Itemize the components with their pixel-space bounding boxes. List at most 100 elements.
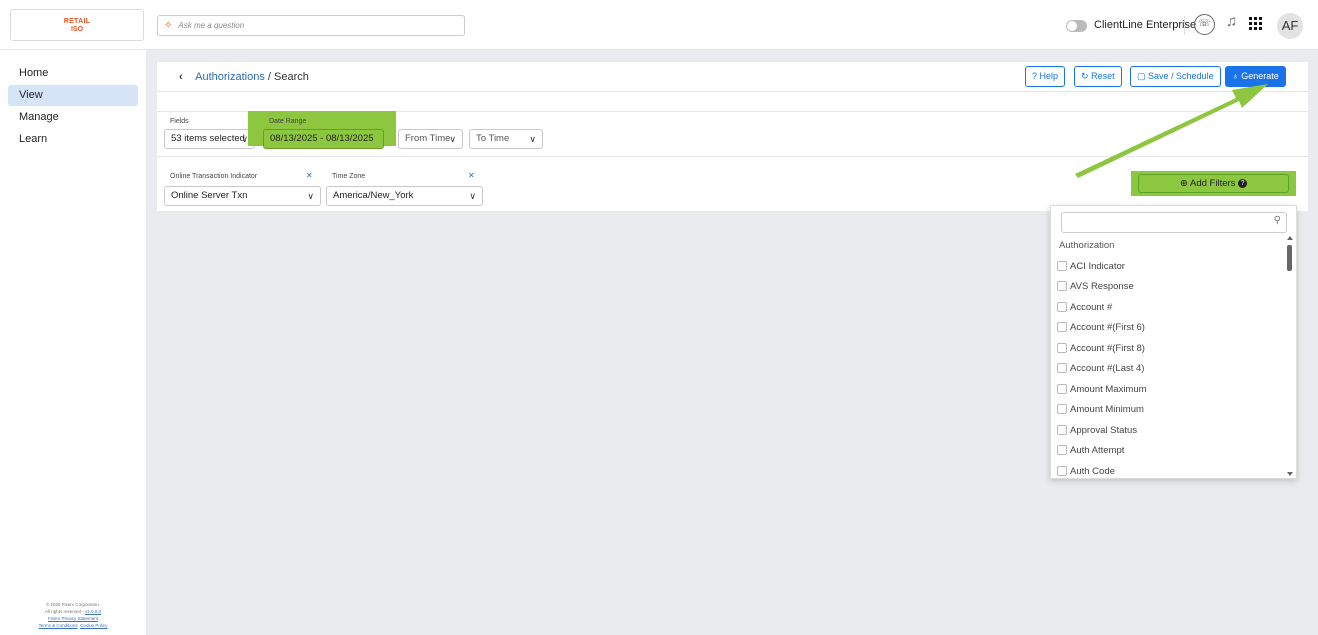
search-card: ‹ Authorizations / Search ? Help ↻ Reset… — [157, 62, 1308, 211]
logo-line-1: RETAIL — [63, 18, 91, 25]
sidebar-item-view[interactable]: View — [8, 85, 138, 106]
dropdown-item-label: Amount Minimum — [1070, 403, 1144, 415]
add-filters-label: Add Filters — [1190, 178, 1236, 189]
oti-value: Online Server Txn — [171, 190, 248, 201]
fields-select[interactable]: 53 items selected ∨ — [164, 129, 255, 149]
scroll-thumb[interactable] — [1287, 245, 1292, 271]
checkbox[interactable] — [1057, 384, 1067, 394]
generate-label: Generate — [1241, 71, 1279, 81]
dropdown-item[interactable]: Approval Status — [1057, 420, 1137, 440]
dropdown-item-label: AVS Response — [1070, 280, 1134, 292]
reset-button[interactable]: ↻ Reset — [1074, 66, 1122, 87]
generate-button[interactable]: ♁ Generate — [1225, 66, 1286, 87]
oti-label: Online Transaction Indicator — [170, 173, 258, 180]
from-time-value: From Time — [405, 133, 451, 144]
back-chevron-icon[interactable]: ‹ — [179, 71, 183, 83]
from-time-select[interactable]: From Time ∨ — [398, 129, 463, 149]
sidebar-footer: © 2025 Fiserv Corporation. All rights re… — [0, 601, 146, 629]
checkbox[interactable] — [1057, 322, 1067, 332]
dropdown-item[interactable]: Account #(First 8) — [1057, 338, 1145, 358]
phone-icon[interactable]: ☏ — [1194, 14, 1215, 35]
footer-version-link[interactable]: v1.0.0.0 — [85, 609, 101, 614]
dropdown-item[interactable]: Account # — [1057, 297, 1112, 317]
to-time-select[interactable]: To Time ∨ — [469, 129, 543, 149]
filter-search-input[interactable]: ⚲ — [1061, 212, 1287, 233]
add-filters-highlight: ⊕ Add Filters ? — [1131, 171, 1296, 196]
sidebar-item-learn[interactable]: Learn — [8, 129, 138, 150]
dropdown-item-label: Auth Code — [1070, 465, 1115, 477]
timezone-value: America/New_York — [333, 190, 414, 201]
checkbox[interactable] — [1057, 404, 1067, 414]
ask-placeholder: Ask me a question — [178, 21, 245, 30]
calendar-icon: ▢ — [1137, 71, 1146, 81]
checkbox[interactable] — [1057, 425, 1067, 435]
dropdown-scrollbar[interactable] — [1286, 236, 1294, 476]
dropdown-item[interactable]: AVS Response — [1057, 276, 1134, 296]
avatar[interactable]: AF — [1277, 13, 1303, 39]
dropdown-item[interactable]: Amount Maximum — [1057, 379, 1147, 399]
chevron-down-icon: ∨ — [529, 134, 536, 144]
dropdown-item[interactable]: ACI Indicator — [1057, 256, 1125, 276]
help-button[interactable]: ? Help — [1025, 66, 1066, 87]
divider — [157, 91, 1308, 92]
sidebar-item-home[interactable]: Home — [8, 63, 138, 84]
breadcrumb-authorizations-link[interactable]: Authorizations — [195, 71, 265, 83]
oti-select[interactable]: Online Server Txn ∨ — [164, 186, 321, 206]
plus-circle-icon: ⊕ — [1179, 178, 1188, 189]
sidebar-item-manage[interactable]: Manage — [8, 107, 138, 128]
help-label: Help — [1039, 71, 1059, 81]
date-range-label: Date Range — [269, 118, 307, 125]
chevron-down-icon: ∨ — [241, 134, 248, 144]
date-range-input[interactable]: 08/13/2025 - 08/13/2025 — [263, 129, 384, 149]
dropdown-item[interactable]: Auth Code — [1057, 461, 1115, 481]
dropdown-group-header: Authorization — [1059, 240, 1115, 251]
question-badge-icon: ? — [1238, 178, 1248, 188]
divider — [157, 156, 1308, 157]
clear-oti-icon[interactable]: ✕ — [306, 171, 313, 180]
to-time-value: To Time — [476, 133, 510, 144]
footer-privacy-link[interactable]: Fiserv Privacy Statement — [0, 615, 146, 622]
dropdown-item[interactable]: Account #(Last 4) — [1057, 358, 1144, 378]
enterprise-label: ClientLine Enterprise — [1094, 19, 1197, 31]
fields-label: Fields — [170, 118, 189, 125]
fields-value: 53 items selected — [171, 133, 245, 144]
sidebar: Home View Manage Learn © 2025 Fiserv Cor… — [0, 50, 146, 635]
clear-timezone-icon[interactable]: ✕ — [468, 171, 475, 180]
apps-grid-icon[interactable] — [1249, 17, 1262, 30]
scroll-up-arrow-icon[interactable] — [1287, 236, 1293, 240]
timezone-select[interactable]: America/New_York ∨ — [326, 186, 483, 206]
chevron-down-icon: ∨ — [449, 134, 456, 144]
header-divider — [1184, 16, 1185, 35]
bell-icon[interactable]: ♫ — [1226, 13, 1237, 30]
breadcrumb-current: / Search — [264, 71, 309, 83]
checkbox[interactable] — [1057, 343, 1067, 353]
breadcrumb: ‹ Authorizations / Search — [179, 71, 309, 83]
save-schedule-button[interactable]: ▢ Save / Schedule — [1130, 66, 1221, 87]
dropdown-item-label: Account #(Last 4) — [1070, 362, 1145, 374]
enterprise-toggle[interactable] — [1066, 20, 1087, 32]
reset-label: Reset — [1091, 71, 1115, 81]
checkbox[interactable] — [1057, 363, 1067, 373]
checkbox[interactable] — [1057, 261, 1067, 271]
dropdown-item-label: Account #(First 6) — [1070, 321, 1145, 333]
scroll-down-arrow-icon[interactable] — [1287, 472, 1293, 476]
dropdown-item-label: ACI Indicator — [1070, 260, 1125, 272]
retail-iso-logo[interactable]: RETAIL ISO — [10, 9, 144, 41]
dropdown-item-label: Approval Status — [1070, 424, 1138, 436]
add-filters-dropdown: ⚲ Authorization ACI Indicator AVS Respon… — [1050, 205, 1297, 479]
search-icon: ⚲ — [1273, 215, 1281, 226]
checkbox[interactable] — [1057, 466, 1067, 476]
footer-cookie-link[interactable]: Cookie Policy — [80, 623, 107, 628]
refresh-icon: ↻ — [1081, 71, 1089, 81]
checkbox[interactable] — [1057, 445, 1067, 455]
add-filters-button[interactable]: ⊕ Add Filters ? — [1138, 174, 1289, 193]
checkbox[interactable] — [1057, 281, 1067, 291]
dropdown-item[interactable]: Amount Minimum — [1057, 399, 1144, 419]
lightbulb-icon: ♁ — [1232, 71, 1239, 81]
checkbox[interactable] — [1057, 302, 1067, 312]
sparkle-icon: ✧ — [164, 20, 173, 31]
dropdown-item[interactable]: Account #(First 6) — [1057, 317, 1145, 337]
footer-terms-link[interactable]: Terms & Conditions — [39, 623, 78, 628]
dropdown-item[interactable]: Auth Attempt — [1057, 440, 1124, 460]
ask-question-input[interactable]: ✧ Ask me a question — [157, 15, 465, 36]
